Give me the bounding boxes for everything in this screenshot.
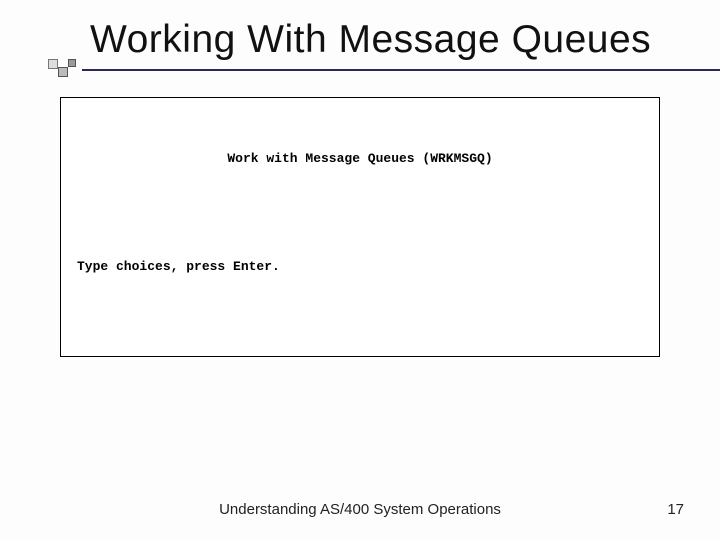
footer-text: Understanding AS/400 System Operations: [0, 501, 720, 518]
terminal-panel: Work with Message Queues (WRKMSGQ) Type …: [60, 97, 660, 357]
slide: Working With Message Queues Work with Me…: [0, 0, 720, 540]
page-title: Working With Message Queues: [90, 18, 660, 63]
terminal-instruction: Type choices, press Enter.: [77, 258, 643, 277]
terminal-body: Type choices, press Enter. Message queue…: [77, 220, 643, 357]
terminal-heading: Work with Message Queues (WRKMSGQ): [77, 150, 643, 169]
corner-decor-icon: [48, 45, 84, 81]
page-number: 17: [667, 501, 684, 518]
title-block: Working With Message Queues: [90, 18, 660, 63]
title-underline: [82, 69, 720, 71]
blank-line: [77, 314, 643, 333]
